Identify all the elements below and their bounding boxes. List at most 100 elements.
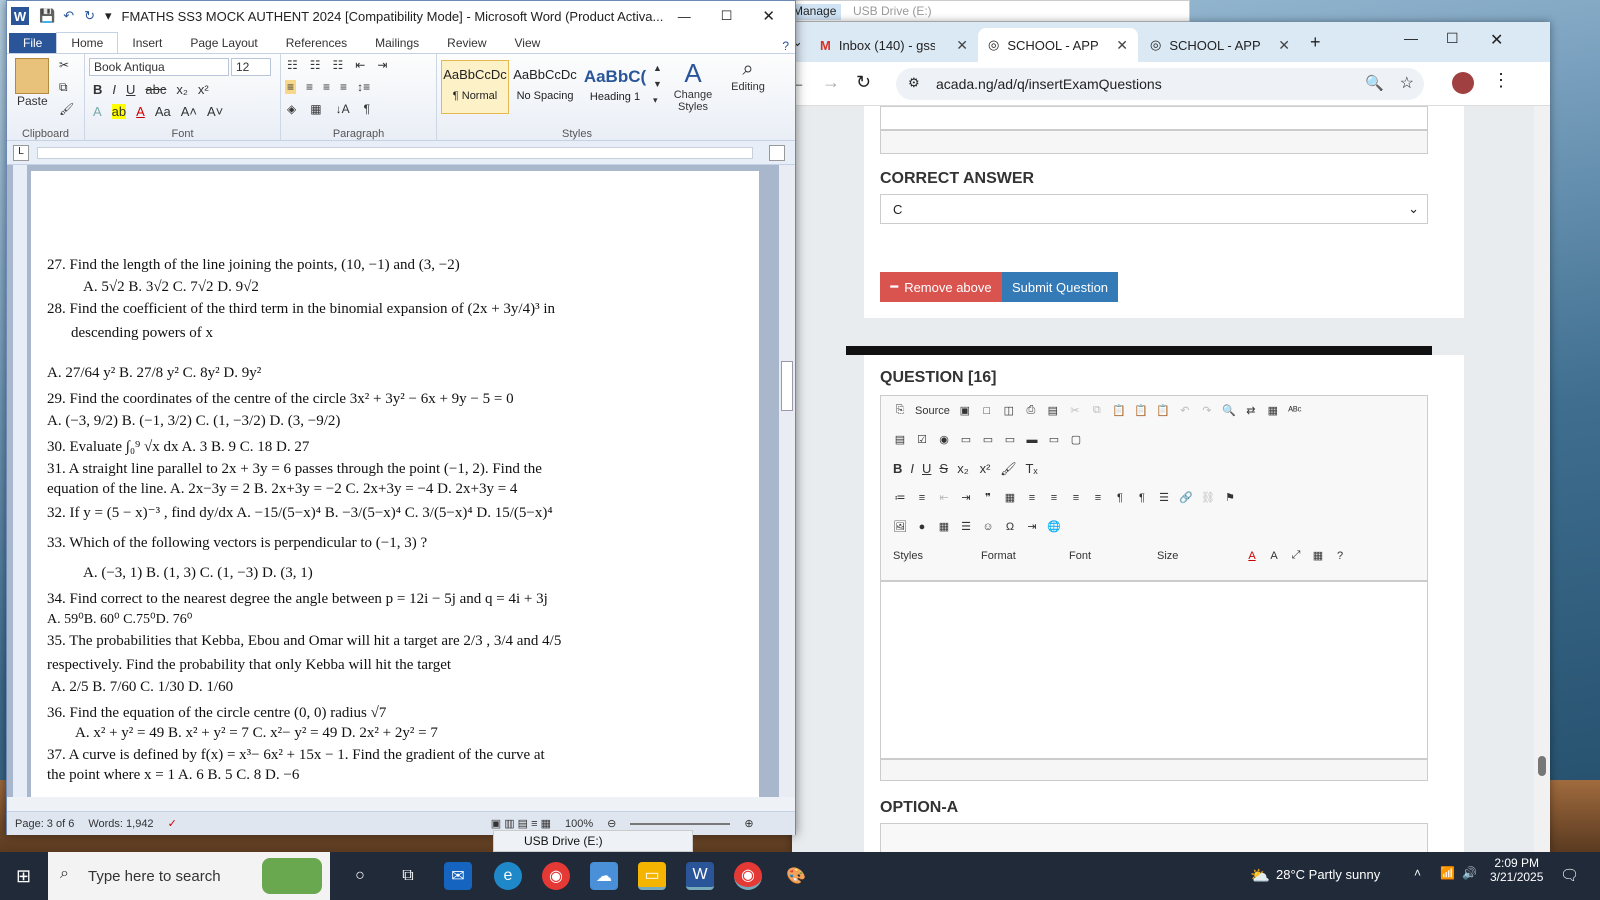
page-count[interactable]: Page: 3 of 6 — [15, 818, 74, 830]
paste-icon[interactable] — [15, 58, 49, 94]
close-icon[interactable]: ✕ — [762, 7, 775, 25]
shrink-font-icon[interactable]: A˅ — [207, 104, 223, 119]
tab-review[interactable]: Review — [433, 33, 500, 53]
change-styles-button[interactable]: A Change Styles — [669, 58, 717, 113]
notification-icon[interactable]: 🗨 — [1560, 866, 1579, 884]
italic-icon[interactable]: I — [910, 461, 914, 476]
subscript-button[interactable]: x₂ — [176, 82, 188, 97]
outdent-icon[interactable]: ⇤ — [937, 491, 951, 504]
superscript-icon[interactable]: x² — [978, 461, 992, 476]
redo-icon[interactable]: ↻ — [84, 8, 95, 24]
size-dropdown[interactable]: Size — [1157, 550, 1237, 562]
text-color-icon[interactable]: A — [1245, 550, 1259, 562]
remove-above-button[interactable]: ━ Remove above — [880, 272, 1002, 302]
find-icon[interactable]: 🔍 — [1222, 404, 1236, 417]
copy-format-icon[interactable]: 🖌 — [1000, 461, 1017, 477]
unlink-icon[interactable]: ⛓ — [1201, 491, 1215, 504]
task-view-icon[interactable]: ⧉ — [394, 862, 422, 890]
view-ruler-icon[interactable] — [769, 145, 785, 161]
undo-icon[interactable]: ↶ — [1178, 404, 1192, 417]
page-break-icon[interactable]: ⇥ — [1025, 520, 1039, 533]
align-right-icon[interactable]: ≡ — [323, 80, 330, 94]
checkbox-icon[interactable]: ☑ — [915, 433, 929, 446]
tab-school-app-active[interactable]: ◎ SCHOOL - APP ✕ — [978, 28, 1138, 62]
grow-font-icon[interactable]: A˄ — [181, 104, 197, 119]
strike-icon[interactable]: S — [939, 461, 948, 476]
zoom-in-icon[interactable]: ⊕ — [744, 817, 753, 830]
copy-icon[interactable]: ⧉ — [59, 80, 68, 95]
zoom-out-icon[interactable]: ⊖ — [607, 817, 616, 830]
bold-icon[interactable]: B — [893, 461, 902, 476]
highlight-icon[interactable]: ab — [111, 104, 127, 119]
table-icon[interactable]: ▦ — [937, 520, 951, 533]
weather-text[interactable]: 28°C Partly sunny — [1276, 867, 1380, 882]
numbering-icon[interactable]: ☷ — [310, 58, 321, 72]
select-icon[interactable]: ▭ — [1003, 433, 1017, 446]
subscript-icon[interactable]: x₂ — [956, 461, 970, 476]
cut-icon[interactable]: ✂ — [59, 58, 69, 72]
maximize-icon[interactable]: ☐ — [721, 8, 733, 24]
font-name-box[interactable]: Book Antiqua — [89, 58, 229, 76]
justify-icon[interactable]: ≡ — [340, 80, 347, 94]
justify-icon[interactable]: ≡ — [1091, 492, 1105, 504]
increase-indent-icon[interactable]: ⇥ — [377, 58, 387, 72]
vertical-scrollbar[interactable] — [779, 165, 795, 797]
image-icon[interactable]: 🖼 — [893, 520, 907, 533]
form-icon[interactable]: ▤ — [893, 433, 907, 446]
word-taskbar-icon[interactable]: W — [686, 862, 714, 890]
shading-icon[interactable]: ◈ — [287, 102, 296, 116]
quick-save-icon[interactable]: 💾 — [39, 8, 55, 24]
windows-start-icon[interactable]: ⊞ — [16, 866, 31, 887]
horizontal-scrollbar[interactable] — [7, 797, 795, 811]
chrome-running-icon[interactable]: ◉ — [734, 862, 762, 890]
format-painter-icon[interactable]: 🖌 — [59, 102, 74, 116]
horizontal-line-icon[interactable]: ☰ — [959, 520, 973, 533]
show-marks-icon[interactable]: ¶ — [364, 102, 370, 116]
volume-icon[interactable]: 🔊 — [1462, 866, 1477, 880]
correct-answer-select[interactable]: C ⌄ — [880, 194, 1428, 224]
spellcheck-icon[interactable]: ᴬᴮᶜ — [1288, 405, 1302, 417]
menu-kebab-icon[interactable]: ⋮ — [1492, 70, 1510, 91]
underline-button[interactable]: U — [126, 82, 135, 97]
radio-icon[interactable]: ◉ — [937, 433, 951, 446]
tab-file[interactable]: File — [9, 33, 57, 53]
close-tab-icon[interactable]: ✕ — [1278, 37, 1290, 54]
reload-icon[interactable]: ↻ — [856, 72, 871, 93]
scrollbar-thumb[interactable] — [781, 361, 793, 411]
new-page-icon[interactable]: □ — [980, 405, 994, 417]
tab-insert[interactable]: Insert — [118, 33, 176, 53]
bg-color-icon[interactable]: A — [1267, 550, 1281, 562]
minimize-icon[interactable]: — — [678, 9, 691, 24]
chrome-icon[interactable]: ◉ — [542, 862, 570, 890]
style-no-spacing[interactable]: AaBbCcDc No Spacing — [511, 60, 579, 114]
font-size-box[interactable]: 12 — [231, 58, 271, 76]
redo-icon[interactable]: ↷ — [1200, 404, 1214, 417]
text-effects-icon[interactable]: A — [93, 104, 102, 119]
help-icon[interactable]: ? — [1333, 550, 1347, 562]
change-case-icon[interactable]: Aa — [155, 104, 171, 119]
network-icon[interactable]: 📶 — [1440, 866, 1455, 880]
copy-icon[interactable]: ⧉ — [1090, 404, 1104, 417]
styles-dropdown[interactable]: Styles — [893, 550, 973, 562]
close-tab-icon[interactable]: ✕ — [1116, 37, 1128, 54]
page-scrollbar[interactable] — [1534, 106, 1550, 852]
tray-chevron-icon[interactable]: ˄ — [1414, 866, 1421, 880]
tab-school-app[interactable]: ◎ SCHOOL - APP ✕ — [1140, 28, 1300, 62]
tab-page-layout[interactable]: Page Layout — [176, 33, 271, 53]
superscript-button[interactable]: x² — [198, 82, 209, 97]
taskbar-search[interactable]: ⌕ Type here to search — [48, 852, 330, 900]
language-icon[interactable]: ☰ — [1157, 491, 1171, 504]
styles-scroll[interactable]: ▲ ▼ ▾ — [653, 60, 662, 108]
italic-button[interactable]: I — [112, 82, 116, 97]
font-dropdown[interactable]: Font — [1069, 550, 1149, 562]
image-button-icon[interactable]: ▭ — [1047, 433, 1061, 446]
remove-format-icon[interactable]: Tₓ — [1025, 461, 1039, 476]
bullets-icon[interactable]: ☷ — [287, 58, 298, 72]
edge-icon[interactable]: e — [494, 862, 522, 890]
horizontal-ruler[interactable]: L — [7, 141, 795, 165]
anchor-icon[interactable]: ⚑ — [1223, 491, 1237, 504]
bold-button[interactable]: B — [93, 82, 102, 97]
zoom-level[interactable]: 100% — [565, 818, 593, 830]
tab-references[interactable]: References — [272, 33, 361, 53]
select-all-icon[interactable]: ▦ — [1266, 404, 1280, 417]
